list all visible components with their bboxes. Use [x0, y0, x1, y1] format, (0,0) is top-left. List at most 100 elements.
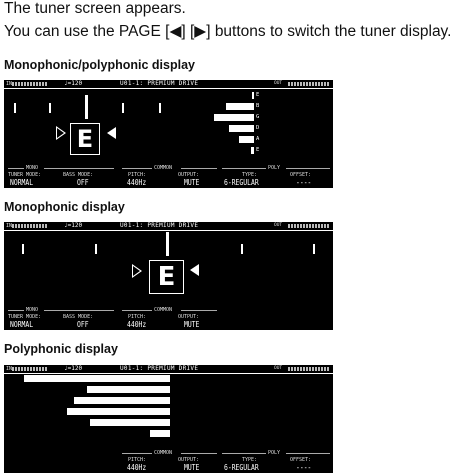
output-value[interactable]: MUTE — [184, 320, 199, 329]
status-separator — [4, 373, 333, 374]
pitch-value[interactable]: 440Hz — [127, 463, 146, 472]
string-label-6: E — [256, 147, 260, 153]
section-heading-poly: Polyphonic display — [4, 342, 118, 356]
tuning-tick — [159, 103, 161, 113]
string-label-5: A — [164, 419, 168, 425]
group-line-common — [122, 453, 152, 454]
status-bar: IN ♩=120 U01-1: PREMIUM DRIVE OUT — [4, 365, 333, 373]
input-level-meter — [12, 82, 48, 86]
string-label-3: G — [256, 114, 260, 120]
group-title-common: COMMON — [154, 165, 173, 171]
string-label-4: D — [164, 408, 168, 414]
group-title-common: COMMON — [154, 307, 173, 313]
patch-name: U01-1: PREMIUM DRIVE — [120, 222, 199, 229]
flat-indicator — [132, 264, 142, 278]
tempo-readout: ♩=120 — [64, 365, 83, 372]
output-value[interactable]: MUTE — [184, 463, 199, 472]
tuner-mode-value[interactable]: NORMAL — [10, 178, 33, 187]
type-value[interactable]: 6-REGULAR — [224, 178, 259, 187]
string-bar-5 — [239, 136, 254, 143]
string-label-2: B — [164, 386, 168, 392]
tuning-tick — [122, 103, 124, 113]
group-title-mono: MONO — [26, 307, 39, 313]
string-label-4: D — [256, 125, 260, 131]
tuner-screen-poly: IN ♩=120 U01-1: PREMIUM DRIVE OUT E B G … — [4, 365, 333, 473]
intro-line-1: The tuner screen appears. — [4, 0, 186, 17]
type-value[interactable]: 6-REGULAR — [224, 463, 259, 472]
flat-indicator — [56, 126, 66, 140]
string-bar-3 — [74, 397, 170, 404]
group-line-common — [181, 453, 217, 454]
group-line-common — [181, 310, 217, 311]
string-bar-2 — [226, 103, 254, 110]
string-label-1: E — [256, 92, 260, 98]
tuning-tick — [22, 244, 24, 254]
patch-name: U01-1: PREMIUM DRIVE — [120, 80, 199, 87]
string-label-1: E — [164, 375, 168, 381]
group-title-poly: POLY — [268, 165, 281, 171]
input-level-meter — [12, 367, 48, 371]
group-title-common: COMMON — [154, 450, 173, 456]
group-line-poly — [222, 453, 266, 454]
tuner-screen-monopoly: IN ♩=120 U01-1: PREMIUM DRIVE OUT E E B … — [4, 80, 333, 188]
note-name: E — [157, 262, 176, 292]
group-line-mono — [8, 168, 24, 169]
group-line-poly — [286, 453, 330, 454]
tuning-tick — [241, 244, 243, 254]
group-line-common — [122, 310, 152, 311]
tuning-tick-center — [85, 95, 88, 119]
sharp-indicator — [107, 127, 116, 139]
tuning-tick — [49, 103, 51, 113]
group-line-mono — [44, 168, 114, 169]
note-name-box: E — [149, 260, 184, 294]
status-separator — [4, 88, 333, 89]
output-label: OUT — [274, 81, 283, 86]
string-bar-3 — [214, 114, 254, 121]
status-bar: IN ♩=120 U01-1: PREMIUM DRIVE OUT — [4, 80, 333, 88]
group-title-mono: MONO — [26, 165, 39, 171]
patch-name: U01-1: PREMIUM DRIVE — [120, 365, 199, 372]
tuner-mode-value[interactable]: NORMAL — [10, 320, 33, 329]
group-line-poly — [286, 168, 330, 169]
output-value[interactable]: MUTE — [184, 178, 199, 187]
group-title-poly: POLY — [268, 450, 281, 456]
string-bar-4 — [229, 125, 254, 132]
string-bar-4 — [67, 408, 170, 415]
group-line-common — [181, 168, 217, 169]
status-separator — [4, 230, 333, 231]
string-label-5: A — [256, 136, 260, 142]
tuning-tick — [14, 103, 16, 113]
output-level-meter — [288, 367, 330, 371]
string-bar-2 — [87, 386, 170, 393]
string-bar-1 — [252, 92, 254, 99]
pitch-value[interactable]: 440Hz — [127, 178, 146, 187]
output-level-meter — [288, 224, 330, 228]
tuning-tick-center — [166, 232, 169, 256]
intro-line-2: You can use the PAGE [◀] [▶] buttons to … — [4, 23, 452, 40]
pitch-value[interactable]: 440Hz — [127, 320, 146, 329]
output-level-meter — [288, 82, 330, 86]
string-label-2: B — [256, 103, 260, 109]
note-name: E — [76, 125, 94, 153]
group-line-common — [122, 168, 152, 169]
section-heading-mono: Monophonic display — [4, 200, 125, 214]
string-bar-6 — [251, 147, 254, 154]
group-line-mono — [44, 310, 114, 311]
section-heading-monopoly: Monophonic/polyphonic display — [4, 58, 195, 72]
offset-value[interactable]: ---- — [296, 463, 311, 472]
tempo-readout: ♩=120 — [64, 80, 83, 87]
output-label: OUT — [274, 223, 283, 228]
note-name-box: E — [70, 123, 100, 155]
tempo-readout: ♩=120 — [64, 222, 83, 229]
status-bar: IN ♩=120 U01-1: PREMIUM DRIVE OUT — [4, 222, 333, 230]
tuning-tick — [95, 244, 97, 254]
group-line-mono — [8, 310, 24, 311]
bass-mode-value[interactable]: OFF — [77, 178, 89, 187]
offset-value[interactable]: ---- — [296, 178, 311, 187]
tuning-tick — [313, 244, 315, 254]
output-label: OUT — [274, 366, 283, 371]
string-label-6: E — [164, 430, 168, 436]
tuner-screen-mono: IN ♩=120 U01-1: PREMIUM DRIVE OUT E MONO… — [4, 222, 333, 330]
sharp-indicator — [190, 264, 199, 276]
bass-mode-value[interactable]: OFF — [77, 320, 89, 329]
